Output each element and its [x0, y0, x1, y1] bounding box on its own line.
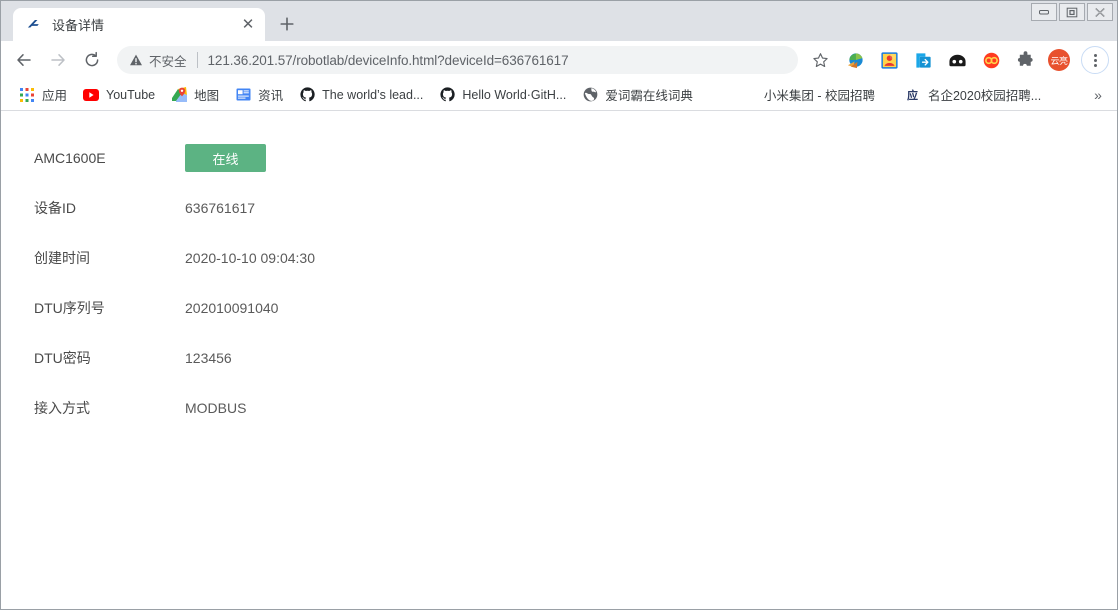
menu-dot — [1093, 53, 1097, 57]
info-value: MODBUS — [185, 400, 247, 416]
bookmark-label: 资讯 — [258, 89, 284, 103]
bookmark-xiaomi[interactable]: 小米集团 - 校园招聘 — [756, 83, 883, 107]
bookmark-label: 爱词霸在线词典 — [605, 89, 693, 103]
browser-window: 设备详情 ✕ 不安全 121.36.201.57/robotlab/device… — [0, 0, 1118, 610]
reload-icon — [85, 51, 99, 67]
download-manager-icon[interactable] — [841, 46, 869, 74]
info-label: 设备ID — [34, 200, 76, 216]
bookmarks-overflow-button[interactable]: » — [1087, 83, 1109, 107]
bookmark-label: 地图 — [194, 89, 220, 103]
star-icon — [812, 52, 828, 67]
url-text: 121.36.201.57/robotlab/deviceInfo.html?d… — [207, 52, 569, 68]
browser-tab[interactable]: 设备详情 ✕ — [13, 8, 265, 41]
yingjiesheng-icon: 应 — [905, 87, 921, 103]
extensions-puzzle-icon[interactable] — [1011, 46, 1039, 74]
info-value: 2020-10-10 09:04:30 — [185, 250, 315, 266]
globe-icon — [582, 87, 598, 103]
bookmark-apps[interactable]: 应用 — [11, 83, 75, 107]
screenshot-icon[interactable] — [875, 46, 903, 74]
omnibox-divider — [196, 52, 198, 68]
tab-strip: 设备详情 ✕ — [1, 1, 1117, 41]
youtube-icon — [83, 87, 100, 103]
maps-pin-icon — [171, 87, 187, 103]
info-value: 202010091040 — [185, 300, 279, 316]
bookmark-yingjiesheng[interactable]: 应 名企2020校园招聘... — [897, 83, 1049, 107]
bookmark-label: YouTube — [106, 87, 156, 102]
close-button[interactable] — [1087, 3, 1113, 21]
bookmark-github-world[interactable]: The world’s lead... — [291, 83, 431, 107]
info-label: DTU密码 — [34, 350, 91, 366]
status-badge: 在线 — [185, 144, 266, 172]
menu-dot — [1093, 63, 1097, 67]
forward-arrow-icon — [51, 54, 65, 66]
close-icon[interactable]: ✕ — [239, 16, 257, 34]
back-button[interactable] — [9, 45, 39, 75]
profile-avatar[interactable]: 云亮 — [1045, 46, 1073, 74]
window-controls — [1031, 3, 1113, 21]
bookmark-maps[interactable]: 地图 — [163, 83, 227, 107]
info-label: 接入方式 — [34, 400, 90, 416]
bookmark-news[interactable]: 资讯 — [227, 83, 291, 107]
tab-title: 设备详情 — [52, 18, 105, 33]
dark-reader-icon[interactable] — [943, 46, 971, 74]
share-to-icon[interactable] — [909, 46, 937, 74]
plus-icon — [280, 17, 294, 31]
device-name: AMC1600E — [34, 150, 106, 166]
bookmark-youtube[interactable]: YouTube — [75, 83, 163, 107]
bookmark-label: 应用 — [42, 89, 68, 103]
bookmark-label: 小米集团 - 校园招聘 — [763, 89, 875, 103]
page-content: AMC1600E 在线 设备ID 636761617 创建时间 2020-10-… — [1, 111, 1117, 609]
browser-menu-button[interactable] — [1081, 46, 1109, 74]
info-label: DTU序列号 — [34, 300, 105, 316]
bookmark-label: The world’s lead... — [322, 87, 424, 102]
reload-button[interactable] — [77, 45, 107, 75]
bookmark-label: Hello World·GitH... — [462, 87, 567, 102]
bookmark-star-button[interactable] — [806, 46, 834, 74]
device-header-row: AMC1600E 在线 — [1, 133, 1117, 183]
info-row-access-mode: 接入方式 MODBUS — [1, 383, 1117, 433]
forward-button[interactable] — [43, 45, 73, 75]
extension-icons: 云亮 — [838, 46, 1076, 74]
logo-a-icon — [25, 16, 42, 33]
new-tab-button[interactable] — [273, 10, 301, 38]
info-row-device-id: 设备ID 636761617 — [1, 183, 1117, 233]
news-icon — [235, 87, 251, 103]
infinity-icon[interactable] — [977, 46, 1005, 74]
restore-button[interactable] — [1059, 3, 1085, 21]
restore-icon — [1066, 7, 1078, 17]
warning-triangle-icon — [130, 54, 142, 66]
profile-initials: 云亮 — [1048, 49, 1070, 71]
apps-grid-icon — [19, 87, 35, 103]
info-value: 636761617 — [185, 200, 256, 216]
back-arrow-icon — [17, 54, 31, 66]
minimize-icon — [1039, 10, 1049, 15]
bookmark-iciba[interactable]: 爱词霸在线词典 — [574, 83, 701, 107]
svg-text:应: 应 — [907, 88, 918, 102]
browser-toolbar: 不安全 121.36.201.57/robotlab/deviceInfo.ht… — [1, 41, 1117, 79]
menu-dot — [1093, 58, 1097, 62]
minimize-button[interactable] — [1031, 3, 1057, 21]
info-value: 123456 — [185, 350, 232, 366]
github-icon — [299, 87, 315, 103]
bookmarks-bar: 应用 YouTube 地图 资讯 The world’s lead... Hel… — [1, 79, 1117, 111]
info-label: 创建时间 — [34, 250, 90, 266]
close-icon — [1095, 7, 1105, 17]
security-label: 不安全 — [149, 54, 187, 69]
info-row-dtu-password: DTU密码 123456 — [1, 333, 1117, 383]
security-status[interactable]: 不安全 — [129, 51, 187, 70]
github-icon — [439, 87, 455, 103]
device-info-list: AMC1600E 在线 设备ID 636761617 创建时间 2020-10-… — [1, 111, 1117, 433]
bookmark-github-hello-world[interactable]: Hello World·GitH... — [431, 83, 574, 107]
info-row-dtu-serial: DTU序列号 202010091040 — [1, 283, 1117, 333]
info-row-created-time: 创建时间 2020-10-10 09:04:30 — [1, 233, 1117, 283]
address-bar[interactable]: 不安全 121.36.201.57/robotlab/deviceInfo.ht… — [117, 46, 798, 74]
bookmark-label: 名企2020校园招聘... — [927, 89, 1042, 103]
